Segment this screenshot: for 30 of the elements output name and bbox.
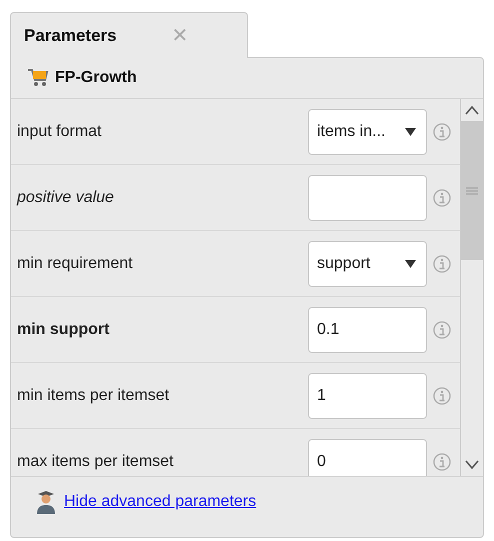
caret-icon <box>405 128 416 136</box>
info-icon[interactable] <box>433 254 451 272</box>
input-field[interactable] <box>308 174 427 220</box>
scroll-up-icon[interactable] <box>465 105 479 115</box>
graduate-icon <box>36 490 56 514</box>
info-icon[interactable] <box>433 188 451 206</box>
dropdown[interactable]: support <box>308 240 427 286</box>
info-icon[interactable] <box>433 386 451 404</box>
parameter-label: min requirement <box>17 254 134 272</box>
input-field[interactable]: 1 <box>308 372 427 418</box>
scroll-down-icon[interactable] <box>465 460 479 470</box>
parameter-label: max items per itemset <box>17 452 174 470</box>
tab-title: Parameters <box>24 26 117 46</box>
parameter-label: min support <box>17 320 110 338</box>
info-icon[interactable] <box>433 452 451 470</box>
scroll-thumb[interactable] <box>461 121 483 260</box>
input-field[interactable]: 0.1 <box>308 306 427 352</box>
parameter-label: positive value <box>17 188 115 206</box>
shopping-cart-icon <box>27 68 49 88</box>
parameter-label: min items per itemset <box>17 386 170 404</box>
panel-tab[interactable]: Parameters ✕ <box>10 12 248 58</box>
info-icon[interactable] <box>433 320 451 338</box>
info-icon[interactable] <box>433 122 451 140</box>
dropdown[interactable]: items in... <box>308 108 427 154</box>
caret-icon <box>405 260 416 268</box>
parameter-label: input format <box>17 122 102 140</box>
scrollbar[interactable] <box>460 99 483 476</box>
operator-name: FP-Growth <box>55 69 137 87</box>
input-field[interactable]: 0 <box>308 438 427 476</box>
hide-advanced-link[interactable]: Hide advanced parameters <box>64 493 256 511</box>
